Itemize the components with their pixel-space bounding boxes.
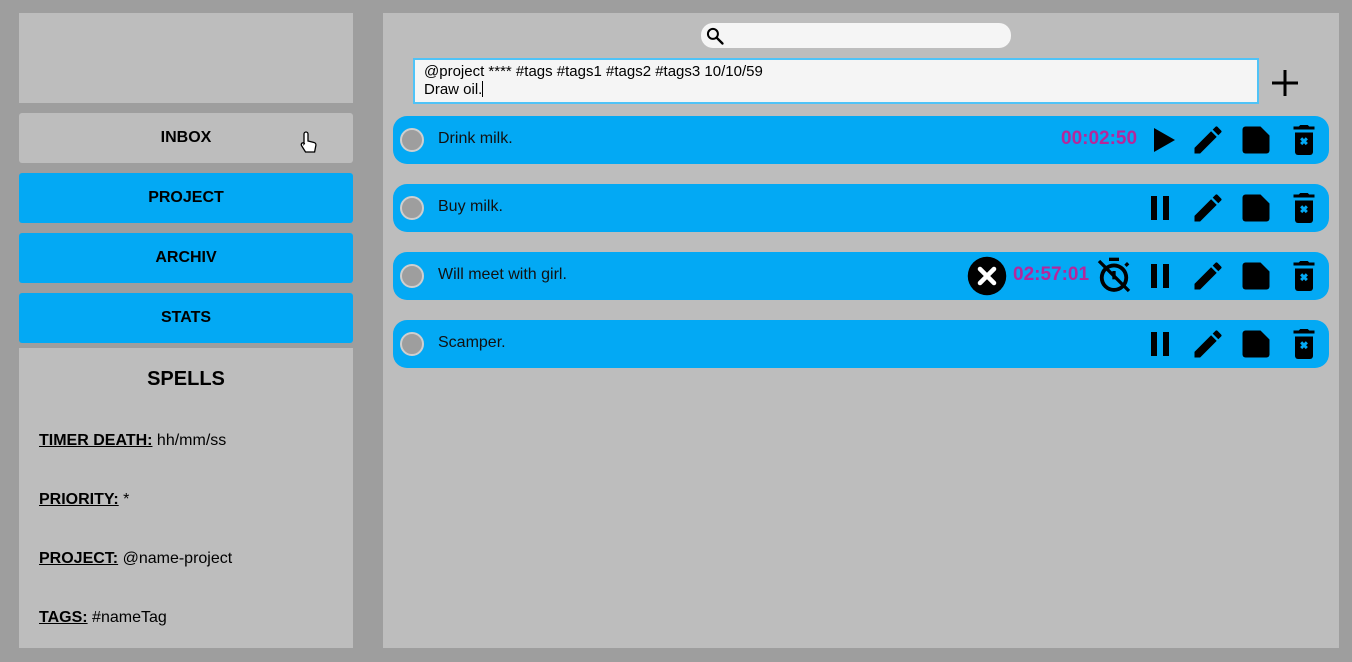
entry-line-2: Draw oil.: [424, 81, 1248, 99]
cancel-icon[interactable]: [966, 255, 1008, 297]
edit-icon[interactable]: [1190, 258, 1226, 294]
spell-timer-death: TIMER DEATH: hh/mm/ss: [39, 432, 226, 450]
task-checkbox[interactable]: [400, 332, 424, 356]
task-row: Scamper.: [393, 320, 1329, 368]
task-title: Scamper.: [438, 334, 506, 351]
hand-cursor-icon: [300, 131, 317, 153]
task-timer: 02:57:01: [1013, 264, 1090, 285]
timer-off-icon[interactable]: [1094, 256, 1134, 296]
spell-value: @name-project: [122, 550, 233, 567]
nav-project-button[interactable]: PROJECT: [19, 173, 353, 223]
task-title: Will meet with girl.: [438, 266, 567, 283]
spell-priority: PRIORITY: *: [39, 491, 129, 509]
delete-icon[interactable]: [1286, 190, 1322, 226]
note-icon[interactable]: [1238, 190, 1274, 226]
play-icon[interactable]: [1145, 122, 1181, 158]
main-panel: @project **** #tags #tags1 #tags2 #tags3…: [383, 13, 1339, 648]
spell-key: PROJECT:: [39, 550, 119, 567]
task-title: Drink milk.: [438, 130, 513, 147]
search-icon: [706, 27, 724, 45]
logo-area: [19, 13, 353, 103]
edit-icon[interactable]: [1190, 190, 1226, 226]
pause-icon[interactable]: [1142, 326, 1178, 362]
edit-icon[interactable]: [1190, 326, 1226, 362]
pause-icon[interactable]: [1142, 190, 1178, 226]
nav-stats-button[interactable]: STATS: [19, 293, 353, 343]
search-input[interactable]: [701, 23, 1011, 48]
task-checkbox[interactable]: [400, 264, 424, 288]
note-icon[interactable]: [1238, 326, 1274, 362]
spell-key: TAGS:: [39, 609, 88, 626]
task-entry-textarea[interactable]: @project **** #tags #tags1 #tags2 #tags3…: [413, 58, 1259, 104]
spells-title: SPELLS: [147, 368, 225, 390]
text-caret: [482, 81, 484, 97]
spell-value: #nameTag: [92, 609, 167, 626]
task-checkbox[interactable]: [400, 128, 424, 152]
edit-icon[interactable]: [1190, 122, 1226, 158]
task-row: Will meet with girl. 02:57:01: [393, 252, 1329, 300]
plus-icon[interactable]: [1269, 67, 1301, 99]
note-icon[interactable]: [1238, 258, 1274, 294]
delete-icon[interactable]: [1286, 326, 1322, 362]
nav-archiv-button[interactable]: ARCHIV: [19, 233, 353, 283]
task-row: Buy milk.: [393, 184, 1329, 232]
spell-value: *: [123, 491, 130, 508]
delete-icon[interactable]: [1286, 258, 1322, 294]
delete-icon[interactable]: [1286, 122, 1322, 158]
note-icon[interactable]: [1238, 122, 1274, 158]
task-row: Drink milk. 00:02:50: [393, 116, 1329, 164]
task-title: Buy milk.: [438, 198, 503, 215]
pause-icon[interactable]: [1142, 258, 1178, 294]
entry-line-1: @project **** #tags #tags1 #tags2 #tags3…: [424, 63, 763, 80]
spell-key: PRIORITY:: [39, 491, 119, 508]
spell-tags: TAGS: #nameTag: [39, 609, 167, 627]
spell-project: PROJECT: @name-project: [39, 550, 232, 568]
task-timer: 00:02:50: [1061, 128, 1138, 149]
spells-panel: SPELLS TIMER DEATH: hh/mm/ss PRIORITY: *…: [19, 348, 353, 648]
spell-key: TIMER DEATH:: [39, 432, 153, 449]
spell-value: hh/mm/ss: [156, 432, 227, 449]
task-checkbox[interactable]: [400, 196, 424, 220]
entry-line-2-text: Draw oil.: [424, 81, 483, 98]
